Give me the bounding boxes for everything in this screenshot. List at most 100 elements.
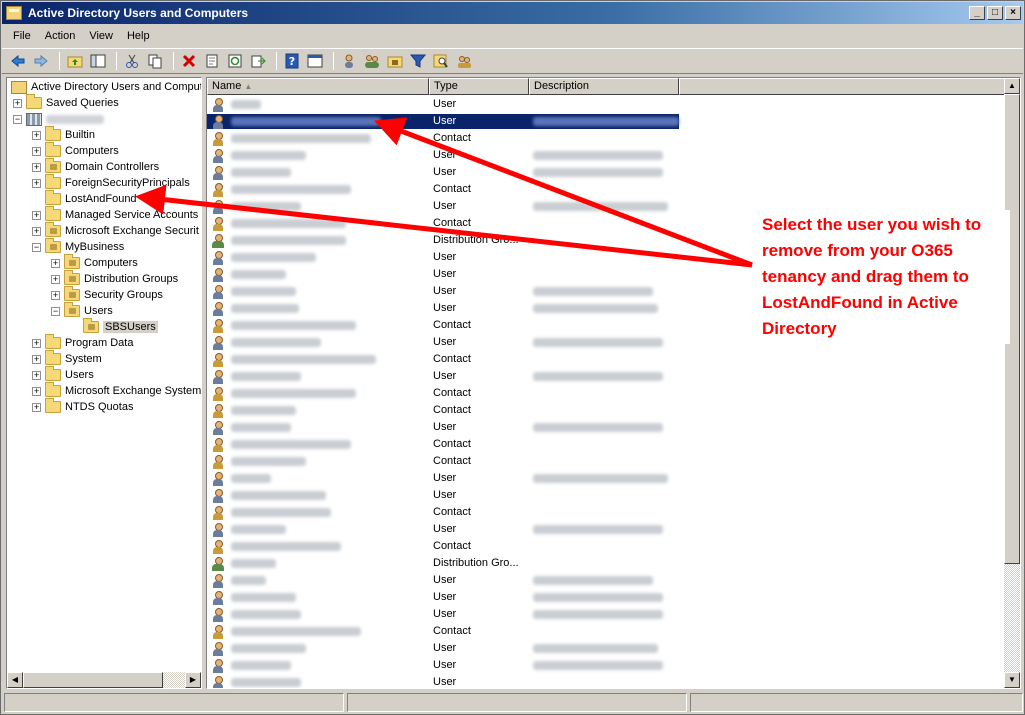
list-row[interactable]: User [207, 572, 1004, 589]
console-tree[interactable]: Active Directory Users and Comput + Save… [6, 77, 202, 689]
column-header-name[interactable]: Name ▲ [207, 78, 429, 95]
forward-arrow-icon[interactable] [31, 51, 51, 71]
expand-toggle[interactable]: + [13, 98, 22, 108]
properties-icon[interactable] [202, 51, 222, 71]
scroll-thumb[interactable] [23, 672, 163, 688]
expand-toggle[interactable]: + [51, 258, 60, 268]
list-row[interactable]: Contact [207, 402, 1004, 419]
scroll-down-button[interactable]: ▼ [1004, 672, 1020, 688]
list-row[interactable]: User [207, 606, 1004, 623]
tree-item-builtin[interactable]: + Builtin [32, 126, 95, 143]
list-row[interactable]: Contact [207, 436, 1004, 453]
expand-toggle[interactable]: − [32, 242, 41, 252]
tree-item-computers[interactable]: + Computers [51, 254, 138, 271]
tree-item-ntds-quotas[interactable]: + NTDS Quotas [32, 398, 133, 415]
list-row[interactable]: Contact [207, 623, 1004, 640]
list-row[interactable]: User [207, 419, 1004, 436]
scroll-track[interactable] [1004, 94, 1020, 672]
expand-toggle[interactable]: + [51, 290, 60, 300]
tree-item-system[interactable]: + System [32, 350, 102, 367]
tree-item-domain[interactable]: − [13, 111, 104, 127]
expand-toggle[interactable]: − [13, 114, 22, 124]
tree-item-saved-queries[interactable]: + Saved Queries [13, 94, 119, 111]
expand-toggle[interactable]: + [32, 370, 41, 380]
tree-item-distribution-groups[interactable]: + Distribution Groups [51, 270, 178, 287]
tree-item-program-data[interactable]: + Program Data [32, 334, 133, 351]
copy-icon[interactable] [145, 51, 165, 71]
export-icon[interactable] [248, 51, 268, 71]
list-row[interactable]: User [207, 147, 1004, 164]
list-row[interactable]: User [207, 657, 1004, 674]
expand-toggle[interactable]: + [32, 338, 41, 348]
column-header-description[interactable]: Description [529, 78, 679, 95]
tree-root[interactable]: Active Directory Users and Comput [11, 79, 201, 95]
results-list[interactable]: Name ▲ Type Description User User Contact U… [206, 77, 1021, 689]
expand-toggle[interactable]: + [32, 210, 41, 220]
tree-item-mybusiness[interactable]: − MyBusiness [32, 238, 124, 255]
tree-item-domain-controllers[interactable]: + Domain Controllers [32, 158, 159, 175]
new-group-icon[interactable] [362, 51, 382, 71]
menu-file[interactable]: File [6, 28, 38, 44]
add-to-group-icon[interactable] [454, 51, 474, 71]
find-icon[interactable] [431, 51, 451, 71]
up-folder-icon[interactable] [65, 51, 85, 71]
scroll-left-button[interactable]: ◀ [7, 672, 23, 688]
list-row[interactable]: Contact [207, 181, 1004, 198]
column-header-type[interactable]: Type [429, 78, 529, 95]
list-row[interactable]: Contact [207, 385, 1004, 402]
list-row[interactable]: Contact [207, 504, 1004, 521]
tree-item-computers[interactable]: + Computers [32, 142, 119, 159]
expand-toggle[interactable]: + [32, 162, 41, 172]
title-bar[interactable]: Active Directory Users and Computers _ □… [2, 2, 1023, 24]
menu-action[interactable]: Action [38, 28, 83, 44]
scroll-up-button[interactable]: ▲ [1004, 78, 1020, 94]
list-row[interactable]: User [207, 521, 1004, 538]
list-row[interactable]: Contact [207, 130, 1004, 147]
help-icon[interactable]: ? [282, 51, 302, 71]
console-icon[interactable] [305, 51, 325, 71]
expand-toggle[interactable]: − [51, 306, 60, 316]
list-row[interactable]: User [207, 640, 1004, 657]
list-row[interactable]: User [207, 589, 1004, 606]
tree-item-users[interactable]: − Users [51, 302, 113, 319]
show-tree-icon[interactable] [88, 51, 108, 71]
expand-toggle[interactable]: + [51, 274, 60, 284]
list-row[interactable]: User [207, 470, 1004, 487]
tree-item-microsoft-exchange-system[interactable]: + Microsoft Exchange System [32, 382, 201, 399]
expand-toggle[interactable]: + [32, 386, 41, 396]
list-row[interactable]: User [207, 164, 1004, 181]
list-row[interactable]: User [207, 96, 1004, 113]
list-row[interactable]: User [207, 368, 1004, 385]
tree-item-security-groups[interactable]: + Security Groups [51, 286, 163, 303]
filter-icon[interactable] [408, 51, 428, 71]
list-row[interactable]: Contact [207, 351, 1004, 368]
list-row[interactable]: Distribution Gro... [207, 555, 1004, 572]
expand-toggle[interactable]: + [32, 146, 41, 156]
delete-icon[interactable] [179, 51, 199, 71]
tree-item-lostandfound[interactable]: LostAndFound [32, 190, 137, 207]
tree-item-microsoft-exchange-securit[interactable]: + Microsoft Exchange Securit [32, 222, 199, 239]
close-button[interactable]: × [1005, 6, 1021, 20]
maximize-button[interactable]: □ [987, 6, 1003, 20]
new-ou-icon[interactable] [385, 51, 405, 71]
expand-toggle[interactable]: + [32, 226, 41, 236]
list-row[interactable]: Contact [207, 538, 1004, 555]
list-vertical-scrollbar[interactable]: ▲ ▼ [1004, 78, 1020, 688]
list-row[interactable]: User [207, 674, 1004, 688]
cut-icon[interactable] [122, 51, 142, 71]
list-row[interactable]: Contact [207, 453, 1004, 470]
scroll-track[interactable] [23, 672, 185, 688]
tree-item-users[interactable]: + Users [32, 366, 94, 383]
list-row[interactable]: User [207, 487, 1004, 504]
minimize-button[interactable]: _ [969, 6, 985, 20]
refresh-icon[interactable] [225, 51, 245, 71]
expand-toggle[interactable]: + [32, 402, 41, 412]
tree-horizontal-scrollbar[interactable]: ◀ ▶ [7, 672, 201, 688]
menu-view[interactable]: View [82, 28, 120, 44]
expand-toggle[interactable]: + [32, 130, 41, 140]
tree-item-foreignsecurityprincipals[interactable]: + ForeignSecurityPrincipals [32, 174, 190, 191]
scroll-right-button[interactable]: ▶ [185, 672, 201, 688]
back-arrow-icon[interactable] [8, 51, 28, 71]
expand-toggle[interactable]: + [32, 354, 41, 364]
new-user-icon[interactable] [339, 51, 359, 71]
